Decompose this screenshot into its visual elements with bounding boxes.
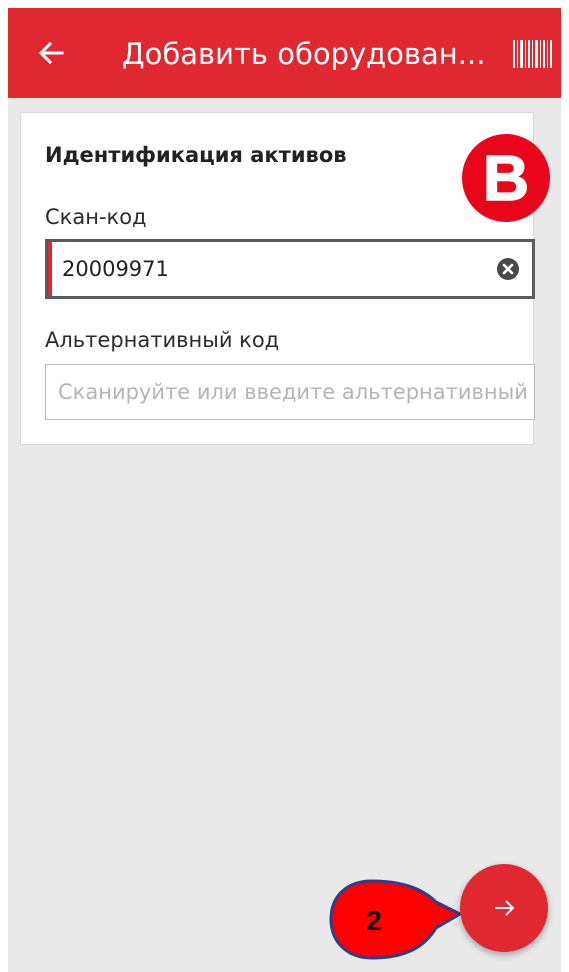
alt-code-label: Альтернативный код <box>45 328 280 352</box>
arrow-right-icon <box>495 900 515 916</box>
alt-code-field <box>45 364 535 420</box>
next-button[interactable] <box>460 864 548 952</box>
section-title: Идентификация активов <box>45 143 347 167</box>
annotation-marker-letter: B <box>483 142 529 214</box>
arrow-left-icon <box>38 41 64 65</box>
back-button[interactable] <box>32 33 72 73</box>
annotation-callout-number: 2 <box>366 905 382 936</box>
clear-button[interactable] <box>496 257 520 281</box>
asset-identification-card: Идентификация активов Скан-код Альтернат… <box>20 112 535 445</box>
barcode-icon <box>513 40 552 68</box>
clear-circle-icon <box>497 258 519 280</box>
barcode-scan-button[interactable] <box>513 40 555 68</box>
app-screen: Добавить оборудован... Идентификация акт… <box>8 8 561 972</box>
scan-code-field <box>45 239 535 299</box>
app-bar: Добавить оборудован... <box>8 8 561 98</box>
scan-code-label: Скан-код <box>45 205 147 229</box>
annotation-marker-b: B <box>462 134 550 222</box>
annotation-callout-2: 2 <box>329 879 464 960</box>
focus-indicator <box>48 242 52 296</box>
alt-code-input[interactable] <box>58 365 528 419</box>
page-title: Добавить оборудован... <box>122 37 486 71</box>
scan-code-input[interactable] <box>62 242 482 296</box>
